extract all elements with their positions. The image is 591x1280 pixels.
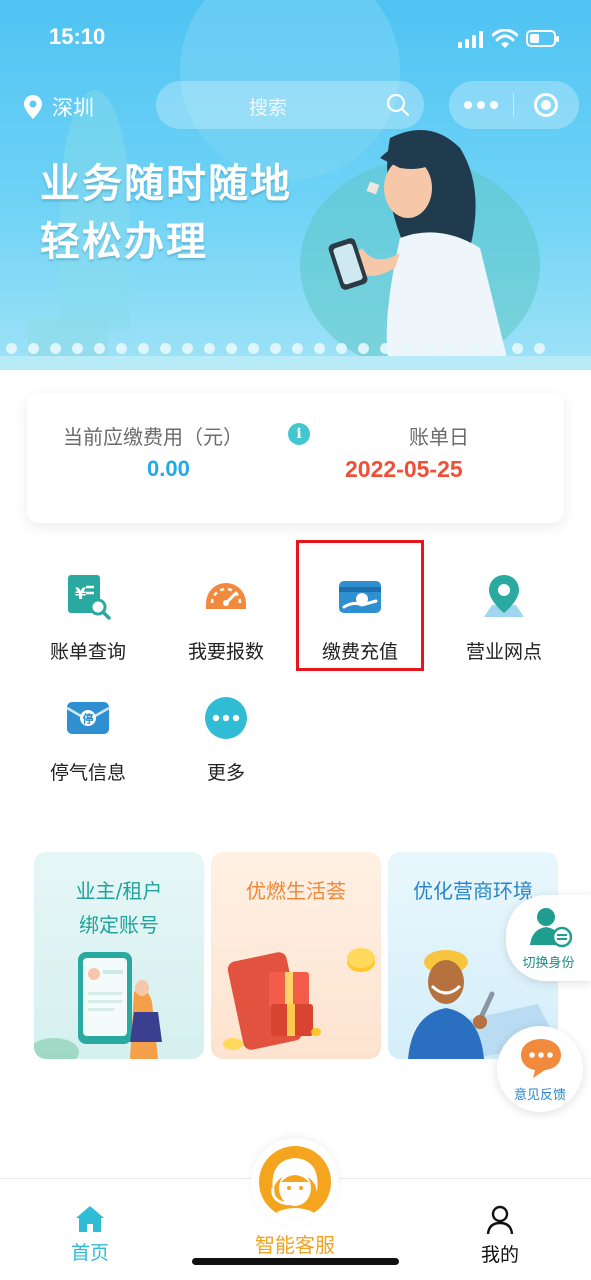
switch-identity-button[interactable]: 切换身份 <box>506 895 591 981</box>
promo-title: 优燃生活荟 <box>246 879 346 903</box>
service-label: 停气信息 <box>49 762 126 784</box>
tab-me-label: 我的 <box>480 1244 519 1266</box>
location-label: 深圳 <box>52 96 94 120</box>
banner-slogan: 业务随时随地 轻松办理 <box>40 155 292 271</box>
tab-home-label: 首页 <box>70 1242 109 1264</box>
header-banner: 15:10 深圳 搜索 业务随时随地 轻松办理 <box>0 0 591 370</box>
fee-summary-card: 当前应缴费用（元） i 0.00 账单日 2022-05-25 <box>27 393 564 523</box>
svg-text:¥: ¥ <box>75 584 86 603</box>
current-fee-value: 0.00 <box>147 456 190 481</box>
slogan-line2: 轻松办理 <box>40 219 208 265</box>
info-icon[interactable]: i <box>288 423 310 445</box>
meter-gauge-icon <box>206 583 246 609</box>
service-label: 我要报数 <box>187 641 264 663</box>
gas-stop-icon: 停 <box>66 702 110 734</box>
banner-bottom-strip <box>0 356 591 370</box>
home-indicator <box>192 1258 399 1265</box>
feedback-button[interactable]: 意见反馈 <box>497 1026 583 1112</box>
service-label: 营业网点 <box>465 641 542 663</box>
more-dots-icon <box>205 697 247 739</box>
bill-day-value: 2022-05-25 <box>345 456 463 482</box>
switch-identity-label: 切换身份 <box>522 956 575 971</box>
more-options-icon[interactable] <box>449 101 513 109</box>
smart-service-button[interactable] <box>251 1138 339 1226</box>
banner-dots-decoration <box>0 343 591 355</box>
service-meter-report[interactable]: 我要报数 <box>156 573 296 664</box>
location-selector[interactable]: 深圳 <box>24 92 94 122</box>
map-pin-icon <box>484 575 524 617</box>
wifi-icon <box>492 29 518 48</box>
bill-day-label: 账单日 <box>409 425 469 449</box>
bill-search-icon: ¥ <box>68 575 111 620</box>
search-placeholder: 搜索 <box>249 97 288 119</box>
slogan-line1: 业务随时随地 <box>40 161 292 207</box>
promo-bind-account[interactable]: 业主/租户 绑定账号 <box>34 852 204 1059</box>
miniprogram-capsule <box>449 81 579 129</box>
home-icon <box>76 1206 104 1232</box>
tab-me[interactable]: 我的 <box>460 1205 540 1267</box>
service-business-outlets[interactable]: 营业网点 <box>434 573 574 664</box>
status-time: 15:10 <box>49 24 106 49</box>
identity-switch-icon <box>530 908 572 948</box>
location-pin-icon <box>24 95 42 119</box>
phone-profile-illustration <box>34 952 162 1059</box>
chat-bubble-icon <box>521 1039 561 1078</box>
promo-title: 业主/租户 绑定账号 <box>75 879 163 937</box>
service-more[interactable]: 更多 <box>156 694 296 785</box>
tab-service-label[interactable]: 智能客服 <box>235 1229 355 1258</box>
svg-text:停: 停 <box>83 712 94 726</box>
service-label: 账单查询 <box>49 641 126 663</box>
woman-with-phone-illustration <box>328 130 525 370</box>
signal-icon <box>458 30 484 48</box>
status-bar: 15:10 <box>0 22 591 56</box>
service-gas-stop-info[interactable]: 停 停气信息 <box>18 694 158 785</box>
current-fee-label: 当前应缴费用（元） <box>63 425 243 449</box>
promo-life-club[interactable]: 优燃生活荟 <box>211 852 381 1059</box>
tab-home[interactable]: 首页 <box>50 1205 130 1265</box>
search-bar[interactable]: 搜索 <box>156 81 424 129</box>
feedback-label: 意见反馈 <box>513 1088 566 1103</box>
search-icon <box>386 93 410 117</box>
battery-icon <box>526 30 559 47</box>
gift-coins-illustration <box>223 948 375 1050</box>
service-bill-query[interactable]: ¥ 账单查询 <box>18 573 158 664</box>
person-icon <box>486 1205 514 1235</box>
customer-service-icon <box>259 1146 331 1218</box>
highlight-box <box>296 540 424 671</box>
service-label: 更多 <box>206 762 245 784</box>
close-miniprogram-icon[interactable] <box>514 93 578 117</box>
